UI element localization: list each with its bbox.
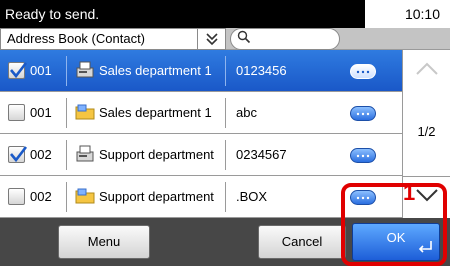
divider — [66, 56, 67, 86]
address-book-header: Address Book (Contact) — [0, 28, 450, 50]
fax-machine-icon — [75, 61, 95, 79]
ok-button[interactable]: OK — [352, 223, 440, 261]
contact-name: Sales department 1 — [99, 105, 212, 120]
step-number: 1 — [403, 180, 416, 205]
divider — [66, 182, 67, 212]
detail-button[interactable] — [350, 148, 376, 163]
divider — [225, 98, 226, 128]
checkbox[interactable] — [8, 188, 25, 205]
entry-number: 001 — [30, 63, 52, 78]
address-book-select[interactable]: Address Book (Contact) — [0, 28, 198, 50]
checkbox[interactable] — [8, 62, 28, 79]
double-chevron-down-icon[interactable] — [198, 28, 226, 50]
folder-icon — [75, 103, 95, 121]
folder-icon — [75, 187, 95, 205]
table-row[interactable]: 001 Sales department 1 0123456 — [0, 50, 402, 92]
divider — [66, 98, 67, 128]
figure-code — [452, 203, 468, 263]
enter-arrow-icon — [417, 241, 433, 256]
divider — [66, 140, 67, 170]
entry-number: 001 — [30, 105, 52, 120]
destination-value: 0123456 — [236, 63, 287, 78]
destination-value: 0234567 — [236, 147, 287, 162]
search-input[interactable] — [230, 28, 340, 50]
entry-number: 002 — [30, 189, 52, 204]
divider — [225, 140, 226, 170]
contact-name: Sales department 1 — [99, 63, 212, 78]
table-row[interactable]: 002 Support department 0234567 — [0, 134, 402, 176]
menu-button[interactable]: Menu — [58, 225, 150, 259]
checkbox[interactable] — [8, 104, 25, 121]
detail-button[interactable] — [350, 64, 376, 79]
chevron-up-icon — [415, 62, 439, 81]
destination-value: .BOX — [236, 189, 268, 204]
divider — [225, 182, 226, 212]
status-bar: Ready to send. 10:10 — [0, 0, 450, 28]
entry-number: 002 — [30, 147, 52, 162]
table-row[interactable]: 001 Sales department 1 abc — [0, 92, 402, 134]
contact-name: Support department — [99, 147, 214, 162]
clock-time: 10:10 — [365, 0, 450, 28]
scroll-up-button[interactable] — [403, 50, 450, 92]
detail-button[interactable] — [350, 106, 376, 121]
checkbox[interactable] — [8, 146, 28, 163]
divider — [225, 56, 226, 86]
status-message: Ready to send. — [0, 0, 365, 28]
search-icon — [237, 30, 251, 49]
cancel-button[interactable]: Cancel — [258, 225, 346, 259]
contact-name: Support department — [99, 189, 214, 204]
fax-machine-icon — [75, 145, 95, 163]
page-indicator: 1/2 — [417, 124, 436, 139]
destination-value: abc — [236, 105, 257, 120]
